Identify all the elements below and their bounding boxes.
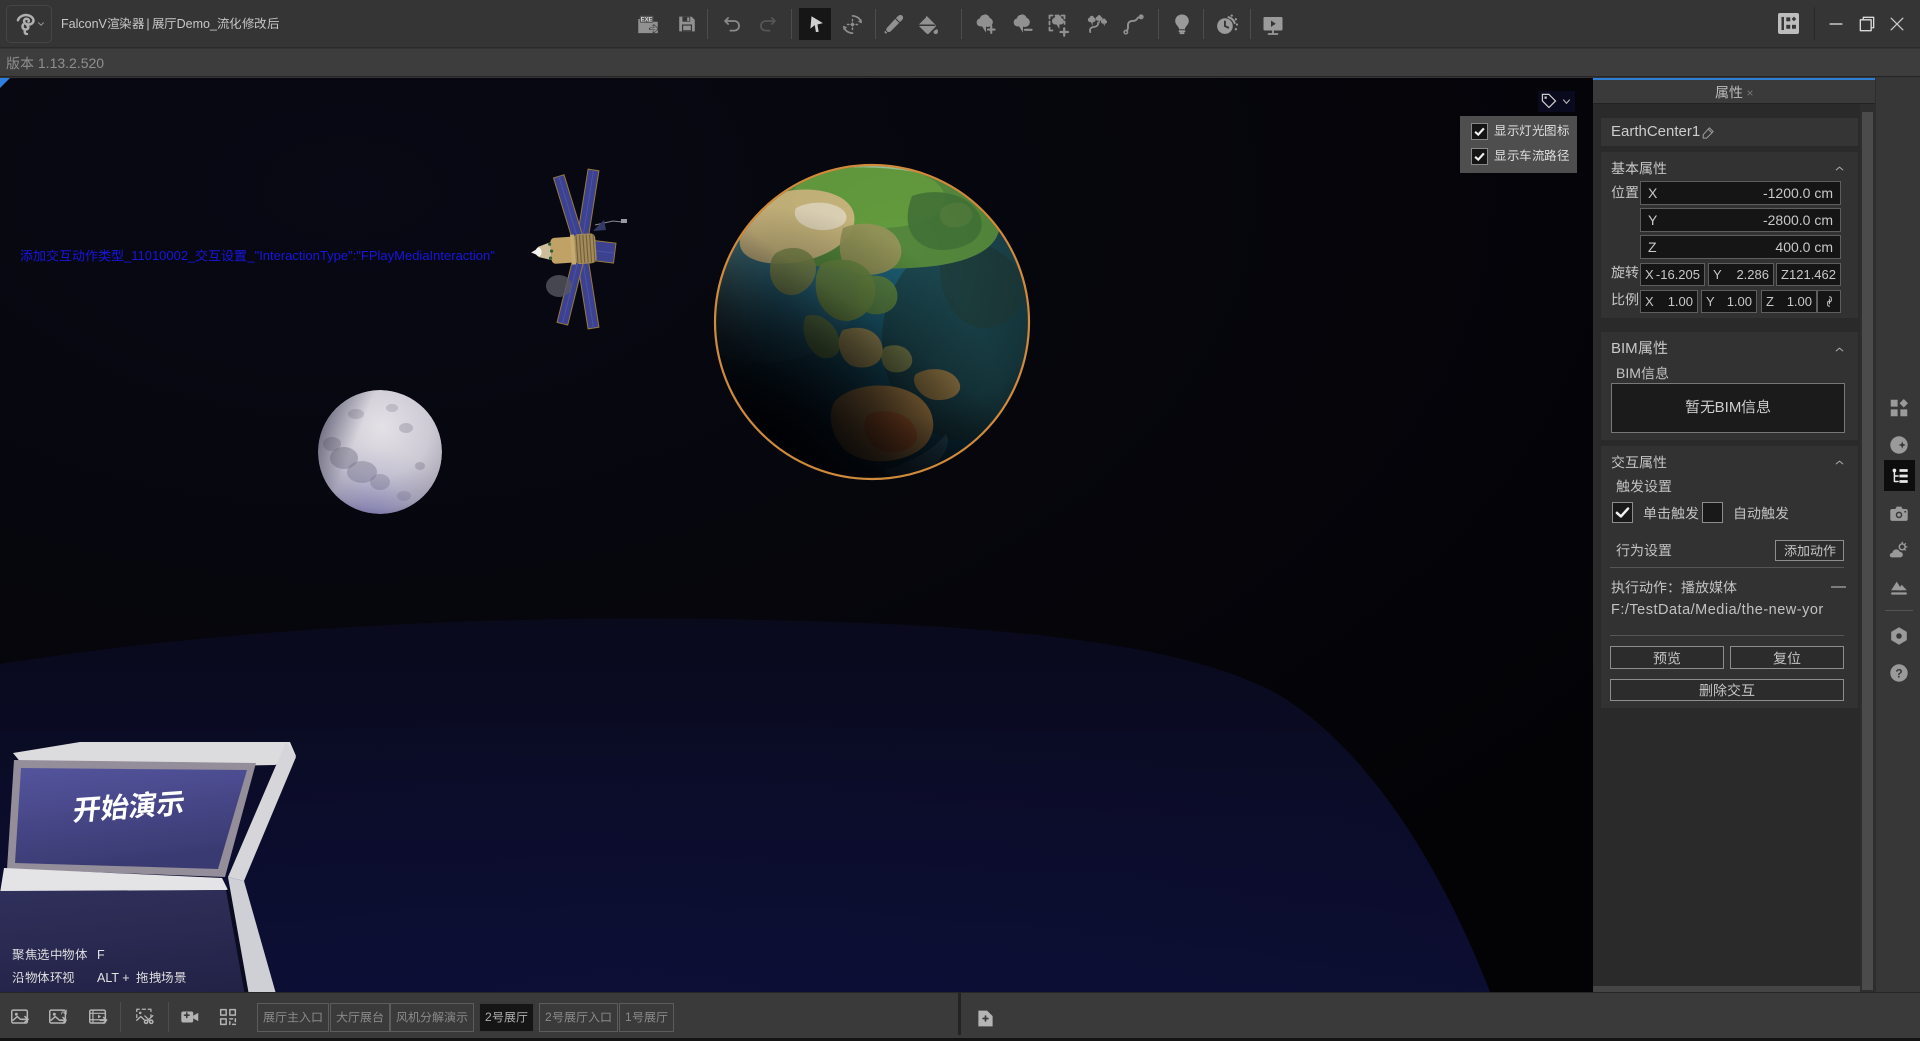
svg-text:?: ? bbox=[1895, 666, 1902, 680]
svg-text:EXE: EXE bbox=[641, 18, 653, 24]
svg-text:AI: AI bbox=[61, 1010, 68, 1017]
